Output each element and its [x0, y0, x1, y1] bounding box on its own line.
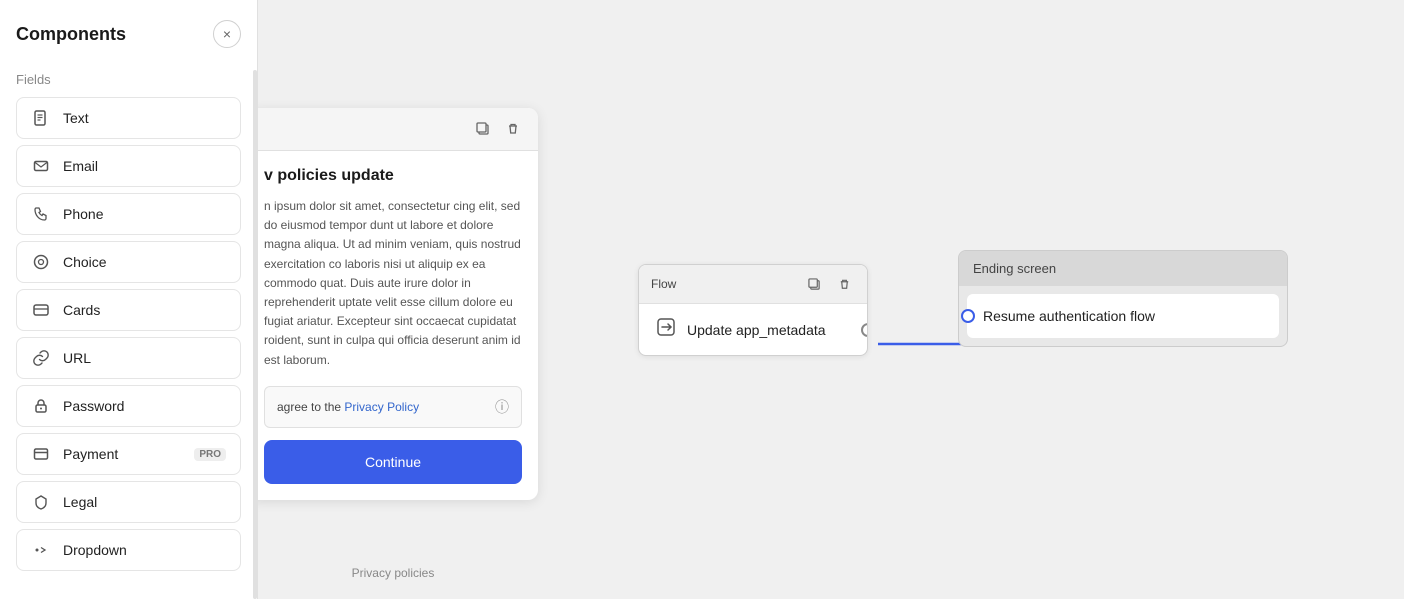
sidebar-item-url[interactable]: URL [16, 337, 241, 379]
continue-button[interactable]: Continue [264, 440, 522, 484]
sidebar-item-phone[interactable]: Phone [16, 193, 241, 235]
sidebar-item-payment-label: Payment [63, 446, 118, 462]
flow-node-connector-right[interactable] [861, 323, 868, 337]
policies-card-body: v policies update n ipsum dolor sit amet… [258, 151, 538, 500]
doc-icon [31, 108, 51, 128]
policies-card: v policies update n ipsum dolor sit amet… [258, 108, 538, 500]
ending-screen-header: Ending screen [959, 251, 1287, 286]
sidebar-header: Components × [16, 20, 241, 48]
policies-body-text: n ipsum dolor sit amet, consectetur cing… [264, 197, 522, 370]
ending-screen-label: Resume authentication flow [983, 308, 1155, 324]
info-icon[interactable]: ⓘ [495, 397, 509, 417]
cards-icon [31, 300, 51, 320]
sidebar: Components × Fields Text Email Phone [0, 0, 258, 599]
flow-node-label: Update app_metadata [687, 322, 826, 338]
sidebar-item-dropdown-label: Dropdown [63, 542, 127, 558]
flow-copy-icon[interactable] [803, 273, 825, 295]
sidebar-item-legal[interactable]: Legal [16, 481, 241, 523]
sidebar-item-cards-label: Cards [63, 302, 100, 318]
privacy-policy-link[interactable]: Privacy Policy [344, 400, 419, 414]
privacy-checkbox-row: agree to the Privacy Policy ⓘ [264, 386, 522, 428]
flow-node-action-icon [655, 316, 677, 343]
legal-icon [31, 492, 51, 512]
sidebar-item-legal-label: Legal [63, 494, 97, 510]
sidebar-item-payment[interactable]: Payment PRO [16, 433, 241, 475]
sidebar-item-email-label: Email [63, 158, 98, 174]
sidebar-item-password[interactable]: Password [16, 385, 241, 427]
url-icon [31, 348, 51, 368]
policies-title: v policies update [264, 167, 522, 185]
flow-node-header: Flow [639, 265, 867, 304]
dropdown-icon [31, 540, 51, 560]
fields-label: Fields [16, 72, 241, 87]
flow-delete-icon[interactable] [833, 273, 855, 295]
ending-screen-node: Ending screen Resume authentication flow [958, 250, 1288, 347]
phone-icon [31, 204, 51, 224]
sidebar-item-password-label: Password [63, 398, 124, 414]
sidebar-item-url-label: URL [63, 350, 91, 366]
flow-node-title: Flow [651, 277, 676, 291]
canvas: v policies update n ipsum dolor sit amet… [258, 0, 1404, 599]
payment-icon [31, 444, 51, 464]
sidebar-item-dropdown[interactable]: Dropdown [16, 529, 241, 571]
close-button[interactable]: × [213, 20, 241, 48]
pro-badge: PRO [194, 448, 226, 461]
flow-node-body: Update app_metadata [639, 304, 867, 355]
privacy-agree-text: agree to the Privacy Policy [277, 400, 487, 414]
component-list: Text Email Phone Choice [16, 97, 241, 571]
sidebar-item-choice[interactable]: Choice [16, 241, 241, 283]
ending-screen-connector-left[interactable] [961, 309, 975, 323]
scrollbar[interactable] [253, 70, 257, 599]
sidebar-title: Components [16, 24, 126, 45]
sidebar-item-text[interactable]: Text [16, 97, 241, 139]
policies-card-toolbar [258, 108, 538, 151]
choice-icon [31, 252, 51, 272]
flow-node: Flow Update app_metadata [638, 264, 868, 356]
sidebar-item-phone-label: Phone [63, 206, 103, 222]
ending-screen-body: Resume authentication flow [967, 294, 1279, 338]
sidebar-item-email[interactable]: Email [16, 145, 241, 187]
sidebar-item-choice-label: Choice [63, 254, 107, 270]
sidebar-item-text-label: Text [63, 110, 89, 126]
copy-icon[interactable] [472, 118, 494, 140]
email-icon [31, 156, 51, 176]
flow-node-actions [803, 273, 855, 295]
sidebar-item-cards[interactable]: Cards [16, 289, 241, 331]
delete-icon[interactable] [502, 118, 524, 140]
password-icon [31, 396, 51, 416]
card-footer-label: Privacy policies [258, 566, 538, 580]
